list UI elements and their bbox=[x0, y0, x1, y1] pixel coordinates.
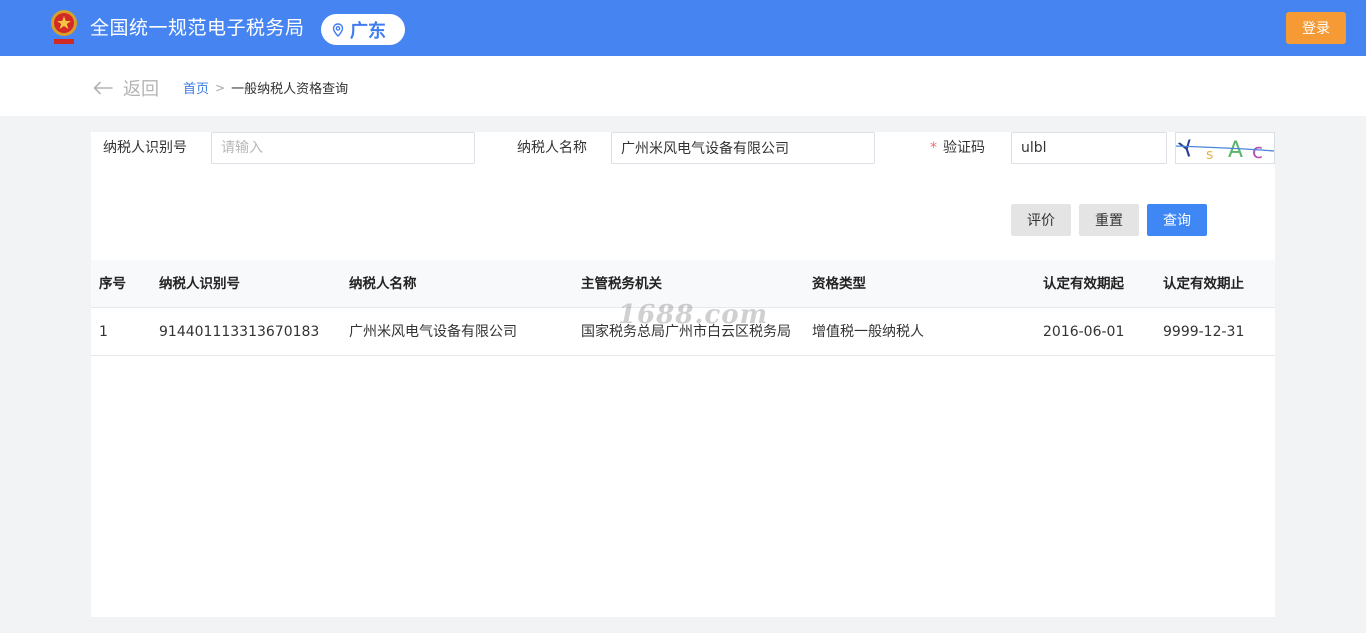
tax-emblem-icon[interactable] bbox=[47, 7, 81, 49]
cell-taxpayer-id: 914401113313670183 bbox=[159, 324, 320, 340]
taxpayer-id-input[interactable] bbox=[211, 132, 475, 164]
chevron-right-icon: > bbox=[215, 80, 226, 95]
query-button[interactable]: 查询 bbox=[1147, 204, 1207, 236]
breadcrumb-bar: 返回 首页 > 一般纳税人资格查询 bbox=[0, 56, 1366, 116]
table-row[interactable]: 1 914401113313670183 广州米风电气设备有限公司 国家税务总局… bbox=[91, 308, 1275, 356]
required-mark: * bbox=[930, 140, 937, 156]
cell-tax-authority: 国家税务总局广州市白云区税务局 bbox=[581, 324, 791, 340]
evaluate-button[interactable]: 评价 bbox=[1011, 204, 1071, 236]
column-header-taxpayer-name: 纳税人名称 bbox=[349, 276, 417, 292]
location-pin-icon bbox=[331, 22, 345, 37]
svg-text:Y: Y bbox=[1176, 136, 1198, 163]
login-button[interactable]: 登录 bbox=[1286, 12, 1346, 44]
cell-valid-from: 2016-06-01 bbox=[1043, 324, 1125, 340]
cell-valid-to: 9999-12-31 bbox=[1163, 324, 1245, 340]
cell-index: 1 bbox=[99, 324, 108, 340]
captcha-label: 验证码 bbox=[943, 140, 985, 156]
cell-taxpayer-name: 广州米风电气设备有限公司 bbox=[349, 324, 517, 340]
svg-text:s: s bbox=[1206, 147, 1213, 163]
taxpayer-name-input[interactable] bbox=[611, 132, 875, 164]
app-title: 全国统一规范电子税务局 bbox=[90, 17, 305, 39]
result-table: 序号 纳税人识别号 纳税人名称 主管税务机关 资格类型 认定有效期起 认定有效期… bbox=[91, 260, 1275, 356]
breadcrumb-home-link[interactable]: 首页 bbox=[183, 78, 209, 97]
region-selector[interactable]: 广东 bbox=[321, 14, 405, 45]
breadcrumb-current: 一般纳税人资格查询 bbox=[231, 82, 349, 97]
taxpayer-id-label: 纳税人识别号 bbox=[103, 140, 187, 156]
column-header-taxpayer-id: 纳税人识别号 bbox=[159, 276, 240, 292]
arrow-left-icon bbox=[93, 81, 113, 95]
svg-text:c: c bbox=[1252, 139, 1263, 163]
region-label: 广东 bbox=[350, 20, 386, 42]
top-header: 全国统一规范电子税务局 广东 登录 bbox=[0, 0, 1366, 56]
column-header-qualification-type: 资格类型 bbox=[812, 276, 866, 292]
column-header-index: 序号 bbox=[99, 276, 126, 292]
back-button[interactable]: 返回 bbox=[93, 75, 159, 101]
back-label: 返回 bbox=[123, 79, 159, 100]
column-header-valid-to: 认定有效期止 bbox=[1163, 276, 1244, 292]
column-header-tax-authority: 主管税务机关 bbox=[581, 276, 662, 292]
taxpayer-name-label: 纳税人名称 bbox=[517, 140, 587, 156]
table-header: 序号 纳税人识别号 纳税人名称 主管税务机关 资格类型 认定有效期起 认定有效期… bbox=[91, 260, 1275, 308]
captcha-label-group: * 验证码 bbox=[930, 139, 985, 157]
svg-text:A: A bbox=[1228, 138, 1243, 163]
captcha-input[interactable] bbox=[1011, 132, 1167, 164]
captcha-image[interactable]: Y s A c bbox=[1175, 132, 1275, 164]
query-panel: 纳税人识别号 纳税人名称 * 验证码 Y s A c 评价 重置 查询 序号 纳税… bbox=[91, 132, 1275, 617]
column-header-valid-from: 认定有效期起 bbox=[1043, 276, 1124, 292]
cell-qualification-type: 增值税一般纳税人 bbox=[812, 324, 924, 340]
reset-button[interactable]: 重置 bbox=[1079, 204, 1139, 236]
breadcrumb: 首页 > 一般纳税人资格查询 bbox=[183, 78, 349, 98]
